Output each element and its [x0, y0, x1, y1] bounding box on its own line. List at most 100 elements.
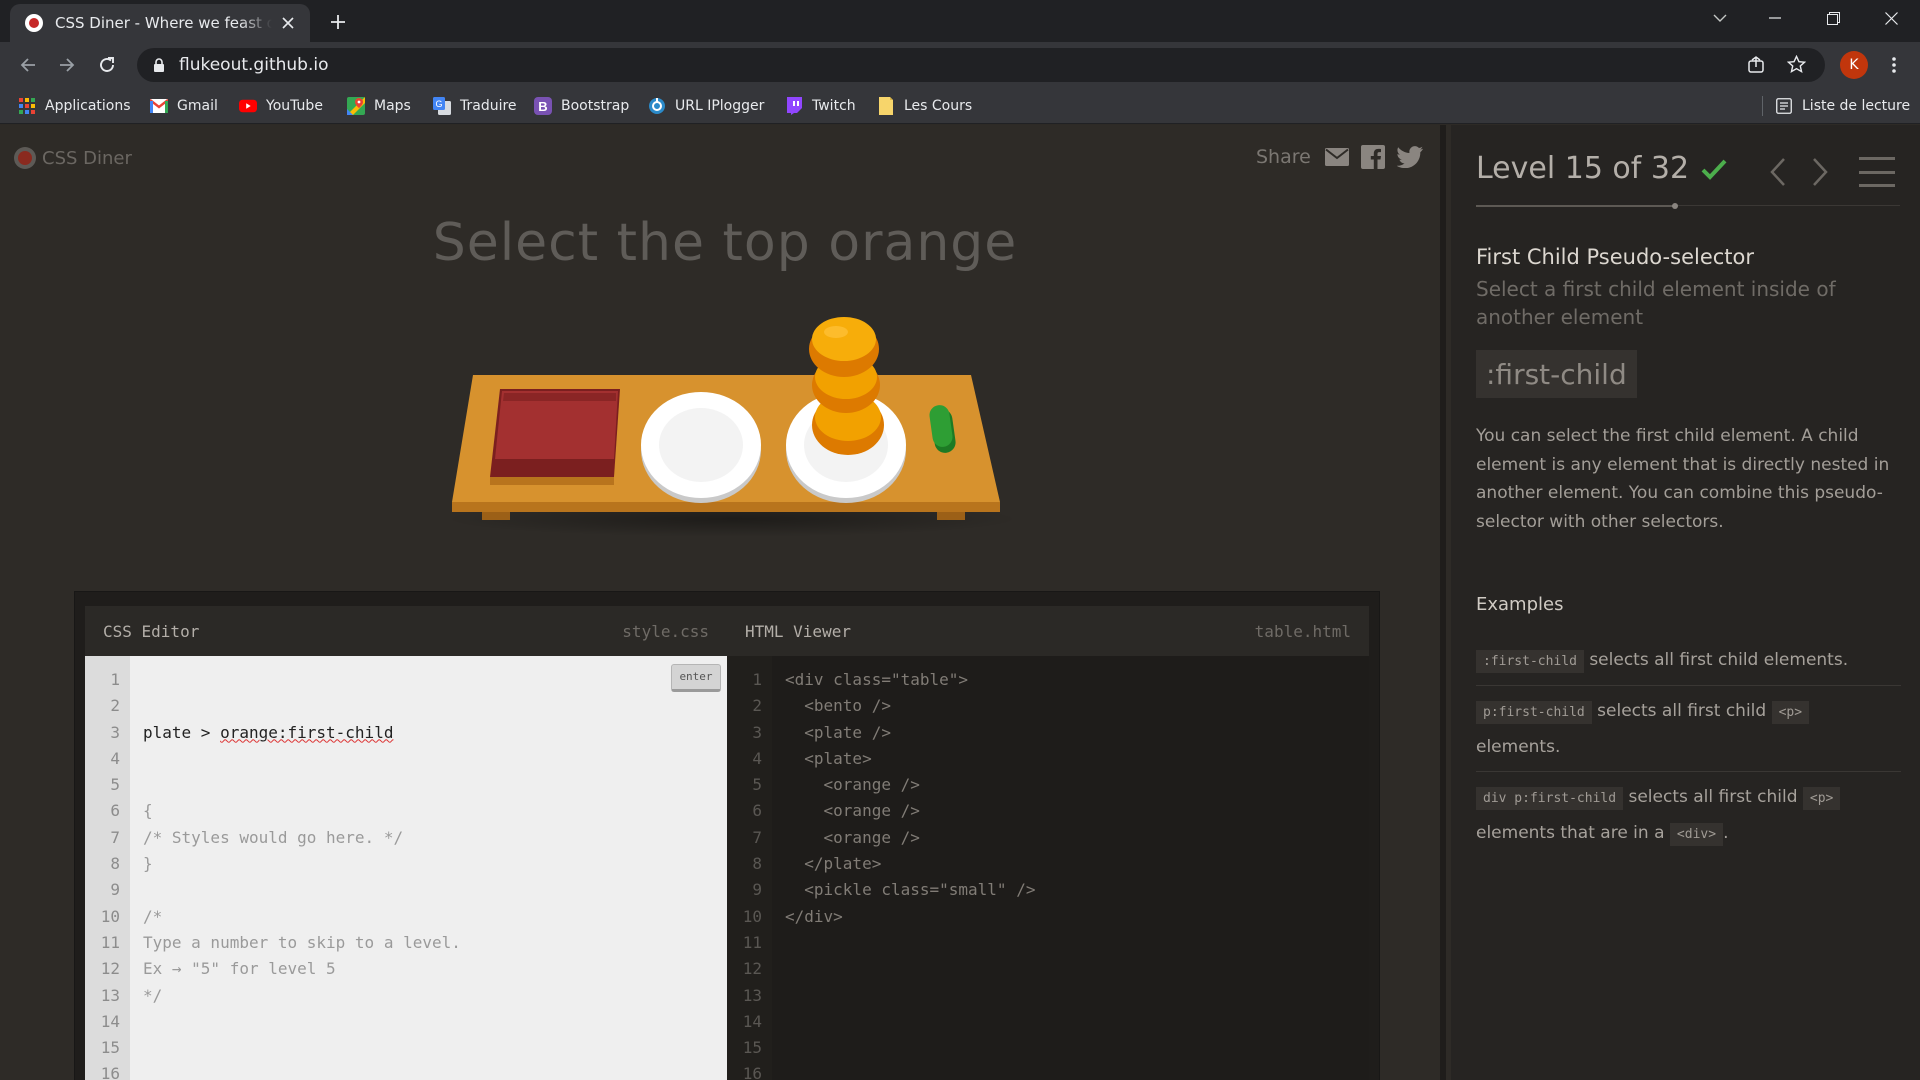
browser-tab[interactable]: CSS Diner - Where we feast on CSS Select…: [10, 4, 310, 42]
share-page-icon[interactable]: [1747, 56, 1765, 74]
reading-list-button[interactable]: Liste de lecture: [1775, 94, 1910, 118]
css-code-line: */: [143, 985, 163, 1005]
reading-list-label: Liste de lecture: [1802, 98, 1911, 114]
close-window-icon[interactable]: [1868, 0, 1914, 36]
css-code-line: }: [143, 854, 153, 874]
bookmark-star-icon[interactable]: [1787, 55, 1806, 74]
bento[interactable]: [490, 389, 620, 485]
css-code-lines: {/* Styles would go here. */} /* Type a n…: [143, 798, 727, 1008]
email-icon[interactable]: [1324, 148, 1349, 166]
css-selector-input[interactable]: plate > orange:first-child: [143, 720, 727, 746]
line-number: 3: [110, 722, 120, 742]
bookmark-les-cours[interactable]: Les Cours: [877, 94, 972, 118]
level-sidebar: Level 15 of 32 First Child Pseudo-select…: [1451, 125, 1920, 1080]
line-number: 1: [752, 670, 762, 689]
facebook-icon[interactable]: [1360, 145, 1385, 169]
site-logo[interactable]: CSS Diner: [14, 147, 132, 169]
css-code-line: Type a number to skip to a level.: [143, 932, 461, 952]
address-bar[interactable]: flukeout.github.io: [137, 48, 1825, 82]
line-number: 14: [100, 1011, 120, 1031]
html-code-line: <orange />: [785, 827, 920, 847]
line-number: 5: [752, 775, 762, 795]
example-2: p:first-child selects all first child <p…: [1476, 694, 1901, 764]
bookmark-traduire[interactable]: G Traduire: [433, 94, 517, 118]
line-number: 2: [752, 696, 762, 716]
bookmarks-bar: Applications Gmail YouTube Maps G Tradui…: [0, 88, 1920, 124]
line-number: 12: [100, 959, 120, 979]
line-number: 16: [100, 1064, 120, 1080]
line-number: 8: [110, 854, 120, 874]
profile-avatar[interactable]: K: [1840, 51, 1868, 79]
css-input-value-underlined: orange:first-child: [220, 722, 394, 742]
next-level-icon[interactable]: [1805, 155, 1835, 189]
minimize-icon[interactable]: [1752, 0, 1798, 36]
reload-icon[interactable]: [93, 51, 121, 79]
html-code-line: <orange />: [785, 801, 920, 821]
bookmark-label: Maps: [374, 98, 411, 114]
line-number: 11: [100, 932, 120, 952]
plate-empty[interactable]: [641, 392, 761, 503]
restore-icon[interactable]: [1810, 0, 1856, 36]
selector-description: You can select the first child element. …: [1476, 426, 1890, 532]
bookmark-twitch[interactable]: Twitch: [785, 94, 856, 118]
css-editor-pane: CSS Editor style.css 1 2 3 4 5 6 7 8 9 10 11 12 13 14…: [85, 606, 727, 1080]
svg-text:G: G: [435, 99, 442, 109]
orange-top[interactable]: [809, 317, 879, 377]
bookmark-applications[interactable]: Applications: [18, 94, 131, 118]
tab-search-chevron-icon[interactable]: [1697, 0, 1743, 36]
folder-icon: [877, 97, 895, 115]
level-indicator: Level 15 of 32: [1476, 151, 1690, 186]
line-number: 10: [742, 906, 762, 926]
reading-list-icon: [1775, 97, 1793, 115]
level-progress-fill: [1476, 205, 1676, 207]
bootstrap-icon: B: [534, 97, 552, 115]
example-code: :first-child: [1476, 650, 1584, 673]
css-editor-title: CSS Editor: [103, 621, 200, 641]
example-text: selects all first child: [1628, 787, 1798, 807]
tab-close-icon[interactable]: [278, 13, 298, 33]
back-icon[interactable]: [14, 51, 42, 79]
line-number: 6: [110, 801, 120, 821]
line-number: 11: [742, 932, 762, 952]
css-editor-header: CSS Editor style.css: [85, 606, 727, 656]
new-tab-icon[interactable]: [325, 9, 351, 35]
forward-icon[interactable]: [53, 51, 81, 79]
html-viewer-header: HTML Viewer table.html: [727, 606, 1369, 656]
bookmark-gmail[interactable]: Gmail: [150, 94, 218, 118]
level-header[interactable]: Level 15 of 32: [1476, 151, 1727, 186]
selector-name: First Child Pseudo-selector: [1476, 245, 1755, 269]
twitter-icon[interactable]: [1396, 146, 1423, 168]
level-menu-icon[interactable]: [1859, 157, 1895, 187]
bookmark-maps[interactable]: Maps: [347, 94, 411, 118]
line-number: 10: [100, 906, 120, 926]
example-text: selects all first child elements.: [1589, 650, 1849, 670]
enter-button[interactable]: enter: [671, 664, 721, 692]
example-text: .: [1723, 823, 1729, 843]
example-1: :first-child selects all first child ele…: [1476, 643, 1901, 679]
css-code-area[interactable]: plate > orange:first-child {/* Styles wo…: [130, 656, 727, 1080]
example-text: selects all first child: [1597, 701, 1767, 721]
line-number: 13: [742, 985, 762, 1005]
html-filename: table.html: [1254, 621, 1351, 641]
level-instruction: Select the top orange: [432, 213, 1018, 273]
translate-icon: G: [433, 97, 451, 115]
css-diner-page: CSS Diner Share Select the top orange CS…: [0, 125, 1920, 1080]
level-progress-knob: [1672, 203, 1679, 209]
css-code-line: /* Styles would go here. */: [143, 827, 404, 847]
line-number: 6: [752, 801, 762, 821]
browser-menu-icon[interactable]: [1882, 53, 1906, 77]
page-divider: [1440, 125, 1446, 1080]
apps-grid-icon: [18, 97, 36, 115]
line-number: 7: [752, 827, 762, 847]
line-number: 15: [742, 1038, 762, 1058]
line-number: 8: [752, 854, 762, 874]
bookmark-label: YouTube: [266, 98, 323, 114]
bookmark-youtube[interactable]: YouTube: [239, 94, 323, 118]
line-number: 1: [110, 670, 120, 689]
bookmark-bootstrap[interactable]: B Bootstrap: [534, 94, 629, 118]
previous-level-icon[interactable]: [1763, 155, 1793, 189]
example-3: div p:first-child selects all first chil…: [1476, 780, 1901, 852]
html-code-line: <bento />: [785, 696, 891, 716]
example-code: p:first-child: [1476, 701, 1592, 724]
bookmark-url-iplogger[interactable]: URL IPlogger: [648, 94, 764, 118]
